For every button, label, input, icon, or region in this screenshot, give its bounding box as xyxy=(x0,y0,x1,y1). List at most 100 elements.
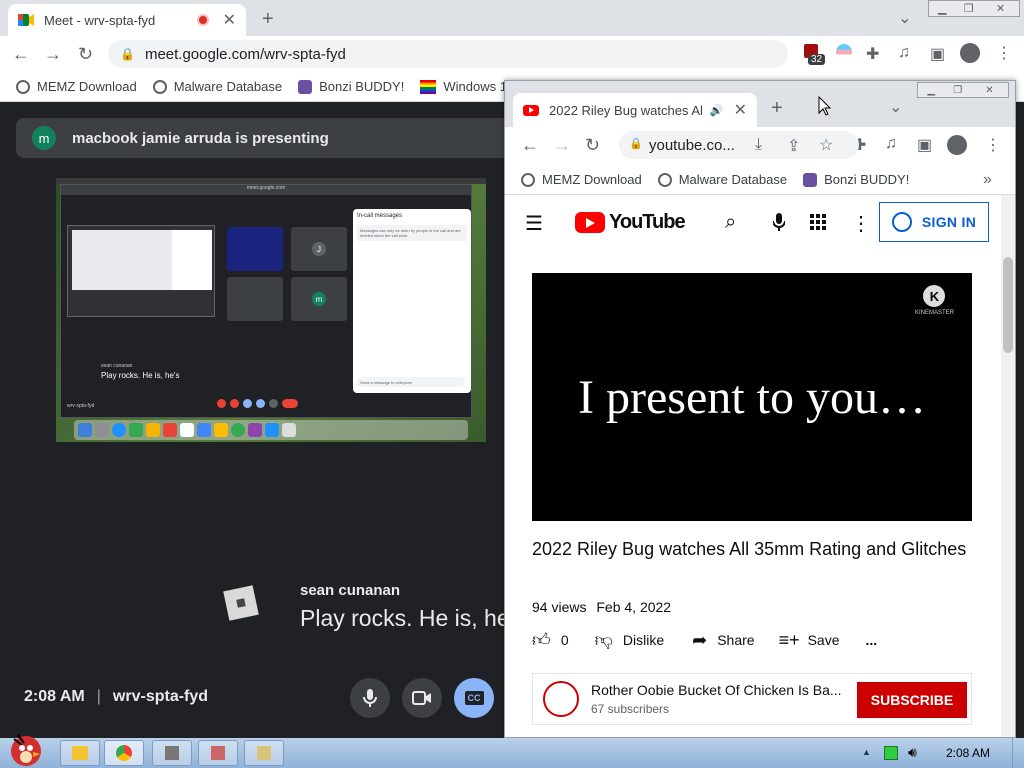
address-bar[interactable]: 🔒 meet.google.com/wrv-spta-fyd xyxy=(108,40,788,68)
yt-address-bar[interactable]: 🔒 youtube.co... ⤓ ⇪ ☆ xyxy=(619,131,859,159)
start-button[interactable] xyxy=(4,730,48,768)
camera-button[interactable] xyxy=(402,678,442,718)
youtube-logo[interactable]: YouTube xyxy=(575,211,686,234)
share-label: Share xyxy=(717,632,755,648)
mic-button[interactable] xyxy=(350,678,390,718)
new-tab-icon[interactable]: + xyxy=(771,97,783,120)
show-desktop-button[interactable] xyxy=(1012,738,1024,768)
chrome-icon xyxy=(116,745,132,761)
media-control-icon[interactable]: ♫ xyxy=(885,135,897,153)
bookmark-label: Malware Database xyxy=(678,172,788,187)
tab-youtube[interactable]: 2022 Riley Bug watches Al 🔊 ✕ xyxy=(513,93,757,127)
network-icon[interactable] xyxy=(884,746,898,760)
back-icon[interactable]: ← xyxy=(12,44,30,65)
bookmark-bonzi[interactable]: Bonzi BUDDY! xyxy=(298,79,404,94)
meet-icon xyxy=(18,14,34,26)
sign-in-button[interactable]: SIGN IN xyxy=(879,202,989,242)
like-button[interactable]: 👍︎ 0 xyxy=(532,629,569,651)
scrollbar-thumb[interactable] xyxy=(1003,257,1013,353)
menu-kebab-icon[interactable]: ⋮ xyxy=(985,135,1001,155)
minimize-icon[interactable]: ▁ xyxy=(929,1,955,16)
tab-meet[interactable]: Meet - wrv-spta-fyd ✕ xyxy=(8,4,246,36)
tab-search-icon[interactable]: ⌄ xyxy=(898,8,911,28)
profile-extension-icon[interactable] xyxy=(836,44,852,60)
bookmark-memz[interactable]: MEMZ Download xyxy=(521,172,642,187)
taskbar-explorer[interactable] xyxy=(60,740,100,766)
bookmark-label: MEMZ Download xyxy=(37,79,137,94)
close-window-icon[interactable]: ✕ xyxy=(971,83,1008,97)
close-window-icon[interactable]: ✕ xyxy=(982,1,1019,16)
video-player[interactable]: I present to you… K KINEMASTER xyxy=(532,273,972,521)
close-tab-icon[interactable]: ✕ xyxy=(734,100,747,120)
forward-icon[interactable]: → xyxy=(44,44,62,65)
thumbs-up-icon: 👍︎ xyxy=(532,630,551,650)
bookmark-label: MEMZ Download xyxy=(542,172,642,187)
meeting-code[interactable]: wrv-spta-fyd xyxy=(113,688,208,706)
apps-grid-icon[interactable] xyxy=(810,214,826,230)
taskbar-app-2[interactable] xyxy=(198,740,238,766)
app-icon xyxy=(211,746,225,760)
dislike-label: Dislike xyxy=(622,632,665,648)
bonzi-icon xyxy=(298,79,313,94)
globe-icon xyxy=(16,79,30,94)
yt-tab-strip: ▁ ❐ ✕ 2022 Riley Bug watches Al 🔊 ✕ + ⌄ xyxy=(505,81,1015,127)
extension-badge: 32 xyxy=(808,54,826,65)
captions-button[interactable]: CC xyxy=(454,678,494,718)
save-button[interactable]: ≡+ Save xyxy=(779,630,840,651)
settings-kebab-icon[interactable]: ⋮ xyxy=(851,211,871,236)
taskbar-clock[interactable]: 2:08 AM xyxy=(946,746,990,760)
bookmark-malware-db[interactable]: Malware Database xyxy=(152,79,282,94)
maximize-icon[interactable]: ❐ xyxy=(944,83,970,97)
profile-avatar[interactable] xyxy=(947,135,967,155)
search-icon[interactable]: ⌕ xyxy=(725,211,736,234)
volume-icon[interactable]: 🔊︎ xyxy=(908,744,917,761)
bookmark-memz[interactable]: MEMZ Download xyxy=(16,79,137,94)
caption-text: Play rocks. He is, he xyxy=(300,605,510,631)
menu-kebab-icon[interactable]: ⋮ xyxy=(996,43,1012,63)
more-bookmarks-icon[interactable]: » xyxy=(983,171,992,189)
close-tab-icon[interactable]: ✕ xyxy=(223,10,236,30)
bookmark-star-icon[interactable]: ☆ xyxy=(819,135,833,155)
tray-show-hidden-icon[interactable]: ▲ xyxy=(862,747,871,757)
bookmark-windows[interactable]: Windows 10 xyxy=(420,79,514,94)
taskbar: ▲ 🔊︎ 2:08 AM xyxy=(0,734,1024,768)
channel-info: Rother Oobie Bucket Of Chicken Is Ba... … xyxy=(591,682,841,716)
profile-avatar[interactable] xyxy=(960,43,980,63)
hamburger-menu-icon[interactable]: ☰ xyxy=(525,211,543,236)
media-control-icon[interactable]: ♫ xyxy=(898,44,910,62)
dislike-button[interactable]: 👎︎ Dislike xyxy=(595,629,665,651)
forward-icon[interactable]: → xyxy=(553,135,571,156)
install-icon[interactable]: ⤓ xyxy=(755,136,762,154)
mouse-cursor-icon xyxy=(818,96,832,116)
extensions-puzzle-icon[interactable]: ✚ xyxy=(866,44,879,64)
reload-icon[interactable]: ↻ xyxy=(78,44,93,65)
taskbar-app-3[interactable] xyxy=(244,740,284,766)
speaker-icon[interactable]: 🔊 xyxy=(710,104,724,117)
yt-window-controls: ▁ ❐ ✕ xyxy=(917,82,1009,98)
channel-name[interactable]: Rother Oobie Bucket Of Chicken Is Ba... xyxy=(591,682,841,698)
minimize-icon[interactable]: ▁ xyxy=(918,83,944,97)
voice-search-icon[interactable] xyxy=(773,213,785,231)
more-actions-button[interactable]: ... xyxy=(866,632,878,648)
new-tab-icon[interactable]: + xyxy=(262,8,274,31)
bookmark-label: Bonzi BUDDY! xyxy=(319,79,405,94)
share-button[interactable]: ➦ Share xyxy=(692,630,754,651)
taskbar-app-1[interactable] xyxy=(152,740,192,766)
shared-chat-input: Send a message to everyone xyxy=(357,377,465,387)
bookmark-bonzi[interactable]: Bonzi BUDDY! xyxy=(803,172,909,187)
shared-tile xyxy=(227,277,283,321)
rainbow-flag-icon xyxy=(420,79,437,94)
microphone-icon xyxy=(363,689,377,707)
taskbar-chrome[interactable] xyxy=(104,740,144,766)
back-icon[interactable]: ← xyxy=(521,135,539,156)
share-page-icon[interactable]: ⇪ xyxy=(787,136,800,156)
reload-icon[interactable]: ↻ xyxy=(585,135,600,156)
subscribe-button[interactable]: SUBSCRIBE xyxy=(857,682,967,718)
shared-caption-speaker: sean cunanan xyxy=(101,363,133,369)
tab-search-icon[interactable]: ⌄ xyxy=(889,97,902,117)
maximize-icon[interactable]: ❐ xyxy=(955,1,981,16)
side-panel-icon[interactable]: ▣ xyxy=(917,135,932,155)
bookmark-malware-db[interactable]: Malware Database xyxy=(657,172,788,187)
side-panel-icon[interactable]: ▣ xyxy=(930,44,945,64)
channel-avatar[interactable] xyxy=(543,681,579,717)
